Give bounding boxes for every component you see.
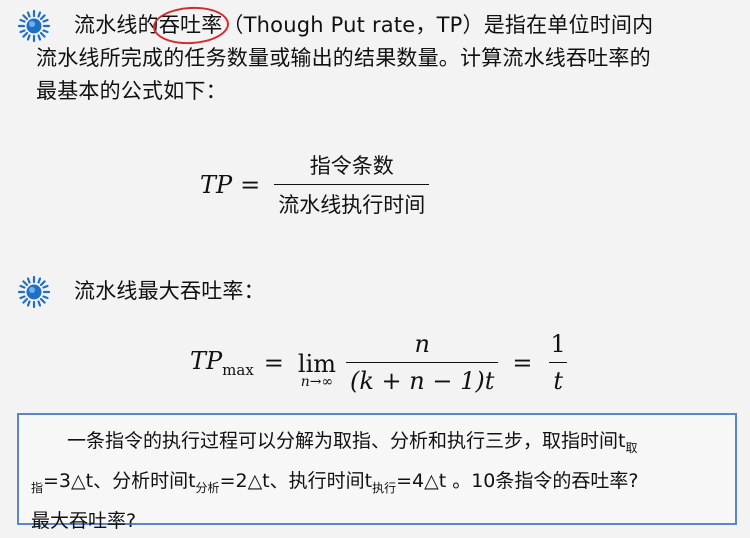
formula2-equals-2: = xyxy=(512,348,533,377)
max-throughput-title: 流水线最大吞吐率： xyxy=(74,279,265,303)
exercise-sub-zhixing: 执行 xyxy=(372,481,397,495)
circled-term: 吞吐率 xyxy=(159,9,223,42)
max-throughput-heading: 流水线最大吞吐率： xyxy=(36,275,742,308)
formula2-lhs-main: TP xyxy=(190,346,223,375)
exercise-line-1: 一条指令的执行过程可以分解为取指、分析和执行三步，取指时间t取 xyxy=(31,425,723,465)
formula1-lhs: TP xyxy=(200,170,233,199)
exercise-sub-qu: 取 xyxy=(625,441,638,455)
formula2-lhs: TPmax xyxy=(190,347,254,379)
exercise-text-4: =4△t 。10条指令的吞吐率? xyxy=(396,470,639,492)
exercise-line-2: 指=3△t、分析时间t分析=2△t、执行时间t执行=4△t 。10条指令的吞吐率… xyxy=(31,465,723,505)
formula1-denominator: 流水线执行时间 xyxy=(274,184,430,219)
definition-line-3: 最基本的公式如下： xyxy=(36,79,227,103)
formula2-fraction-2: 1 t xyxy=(547,330,570,395)
formula1-equals: = xyxy=(240,170,261,199)
definition-text-pre: 流水线的 xyxy=(74,13,159,37)
exercise-sub-fenxi: 分析 xyxy=(195,481,220,495)
basic-throughput-formula: TP = 指令条数 流水线执行时间 xyxy=(200,150,435,219)
formula2-equals: = xyxy=(263,348,284,377)
formula2-denominator: (k + n − 1)t xyxy=(346,362,499,395)
exercise-line-3: 最大吞吐率? xyxy=(31,510,137,532)
exercise-box: 一条指令的执行过程可以分解为取指、分析和执行三步，取指时间t取 指=3△t、分析… xyxy=(17,413,737,532)
definition-line-1: 流水线的吞吐率（Though Put rate，TP）是指在单位时间内 xyxy=(36,9,742,42)
formula2-limit: lim n→∞ xyxy=(298,350,336,390)
formula1-numerator: 指令条数 xyxy=(309,154,394,178)
formula2-lhs-sub: max xyxy=(222,360,254,379)
formula2-denominator-2: t xyxy=(549,362,567,395)
throughput-definition: 流水线的吞吐率（Though Put rate，TP）是指在单位时间内 流水线所… xyxy=(36,9,742,108)
exercise-text-2: =3△t、分析时间t xyxy=(43,470,196,492)
formula2-numerator: n xyxy=(414,330,430,358)
formula1-fraction: 指令条数 流水线执行时间 xyxy=(274,150,430,219)
formula2-fraction: n (k + n − 1)t xyxy=(346,330,499,395)
definition-line-2: 流水线所完成的任务数量或输出的结果数量。计算流水线吞吐率的 xyxy=(36,46,651,70)
exercise-text-3: =2△t、执行时间t xyxy=(219,470,373,492)
exercise-text-1: 一条指令的执行过程可以分解为取指、分析和执行三步，取指时间t xyxy=(67,430,626,452)
exercise-sub-zhi: 指 xyxy=(31,481,44,495)
max-throughput-formula: TPmax = lim n→∞ n (k + n − 1)t = 1 t xyxy=(190,330,576,395)
formula2-numerator-2: 1 xyxy=(550,330,566,358)
formula2-lim-under: n→∞ xyxy=(300,373,334,390)
definition-text-post: （Though Put rate，TP）是指在单位时间内 xyxy=(222,13,654,37)
